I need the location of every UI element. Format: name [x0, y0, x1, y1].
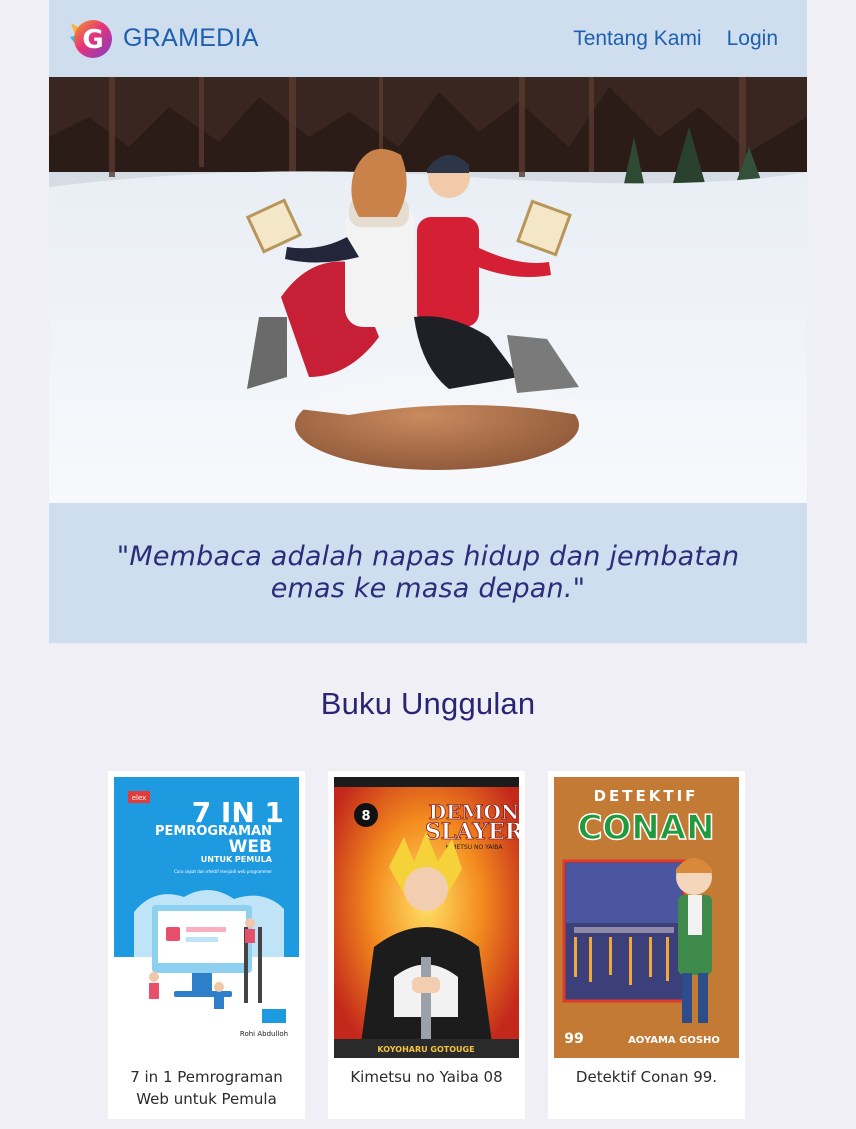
- svg-text:Rohi Abdulloh: Rohi Abdulloh: [240, 1030, 288, 1038]
- svg-text:CONAN: CONAN: [577, 808, 714, 848]
- book-title: 7 in 1 Pemrograman Web untuk Pemula: [130, 1068, 283, 1108]
- main-nav: Tentang Kami Login: [573, 27, 778, 51]
- hero-image: [49, 77, 807, 503]
- svg-text:G: G: [82, 25, 103, 55]
- book-card[interactable]: 8 DEMON SLAYER KIMETSU NO YAIBA KOYOHARU…: [328, 771, 525, 1119]
- quote-text: "Membaca adalah napas hidup dan jembatan…: [116, 541, 740, 604]
- svg-text:Cara cepat dan efektif menjadi: Cara cepat dan efektif menjadi web progr…: [174, 869, 272, 874]
- svg-text:AOYAMA GOSHO: AOYAMA GOSHO: [628, 1035, 720, 1046]
- svg-text:8: 8: [361, 809, 370, 824]
- svg-text:99: 99: [564, 1031, 583, 1047]
- svg-text:KOYOHARU GOTOUGE: KOYOHARU GOTOUGE: [377, 1045, 474, 1054]
- quote-section: "Membaca adalah napas hidup dan jembatan…: [49, 503, 807, 643]
- svg-text:DETEKTIF: DETEKTIF: [594, 787, 699, 805]
- nav-link-login[interactable]: Login: [727, 27, 778, 51]
- svg-text:UNTUK PEMULA: UNTUK PEMULA: [201, 855, 273, 864]
- nav-link-tentang-kami[interactable]: Tentang Kami: [573, 27, 701, 51]
- navbar: G GRAMEDIA Tentang Kami Login: [49, 0, 807, 77]
- svg-text:SLAYER: SLAYER: [425, 819, 519, 845]
- book-list: elex 7 IN 1 PEMROGRAMAN WEB UNTUK PEMULA…: [108, 771, 745, 1119]
- page: G GRAMEDIA Tentang Kami Login "Membaca a…: [49, 0, 807, 643]
- book-title: Kimetsu no Yaiba 08: [350, 1068, 503, 1086]
- book-cover-image: 8 DEMON SLAYER KIMETSU NO YAIBA KOYOHARU…: [334, 777, 519, 1058]
- brand-name: GRAMEDIA: [123, 24, 259, 52]
- svg-text:elex: elex: [132, 794, 147, 802]
- section-title: Buku Unggulan: [320, 686, 536, 721]
- book-title: Detektif Conan 99.: [575, 1068, 718, 1086]
- book-cover-image: DETEKTIF CONAN 99 AOYAMA GOSHO: [554, 777, 739, 1058]
- book-card[interactable]: elex 7 IN 1 PEMROGRAMAN WEB UNTUK PEMULA…: [108, 771, 305, 1119]
- brand[interactable]: G GRAMEDIA: [67, 15, 259, 63]
- svg-text:WEB: WEB: [229, 837, 272, 857]
- book-cover-image: elex 7 IN 1 PEMROGRAMAN WEB UNTUK PEMULA…: [114, 777, 299, 1058]
- book-card[interactable]: DETEKTIF CONAN 99 AOYAMA GOSHO Detektif …: [548, 771, 745, 1119]
- gramedia-logo-icon: G: [70, 19, 112, 58]
